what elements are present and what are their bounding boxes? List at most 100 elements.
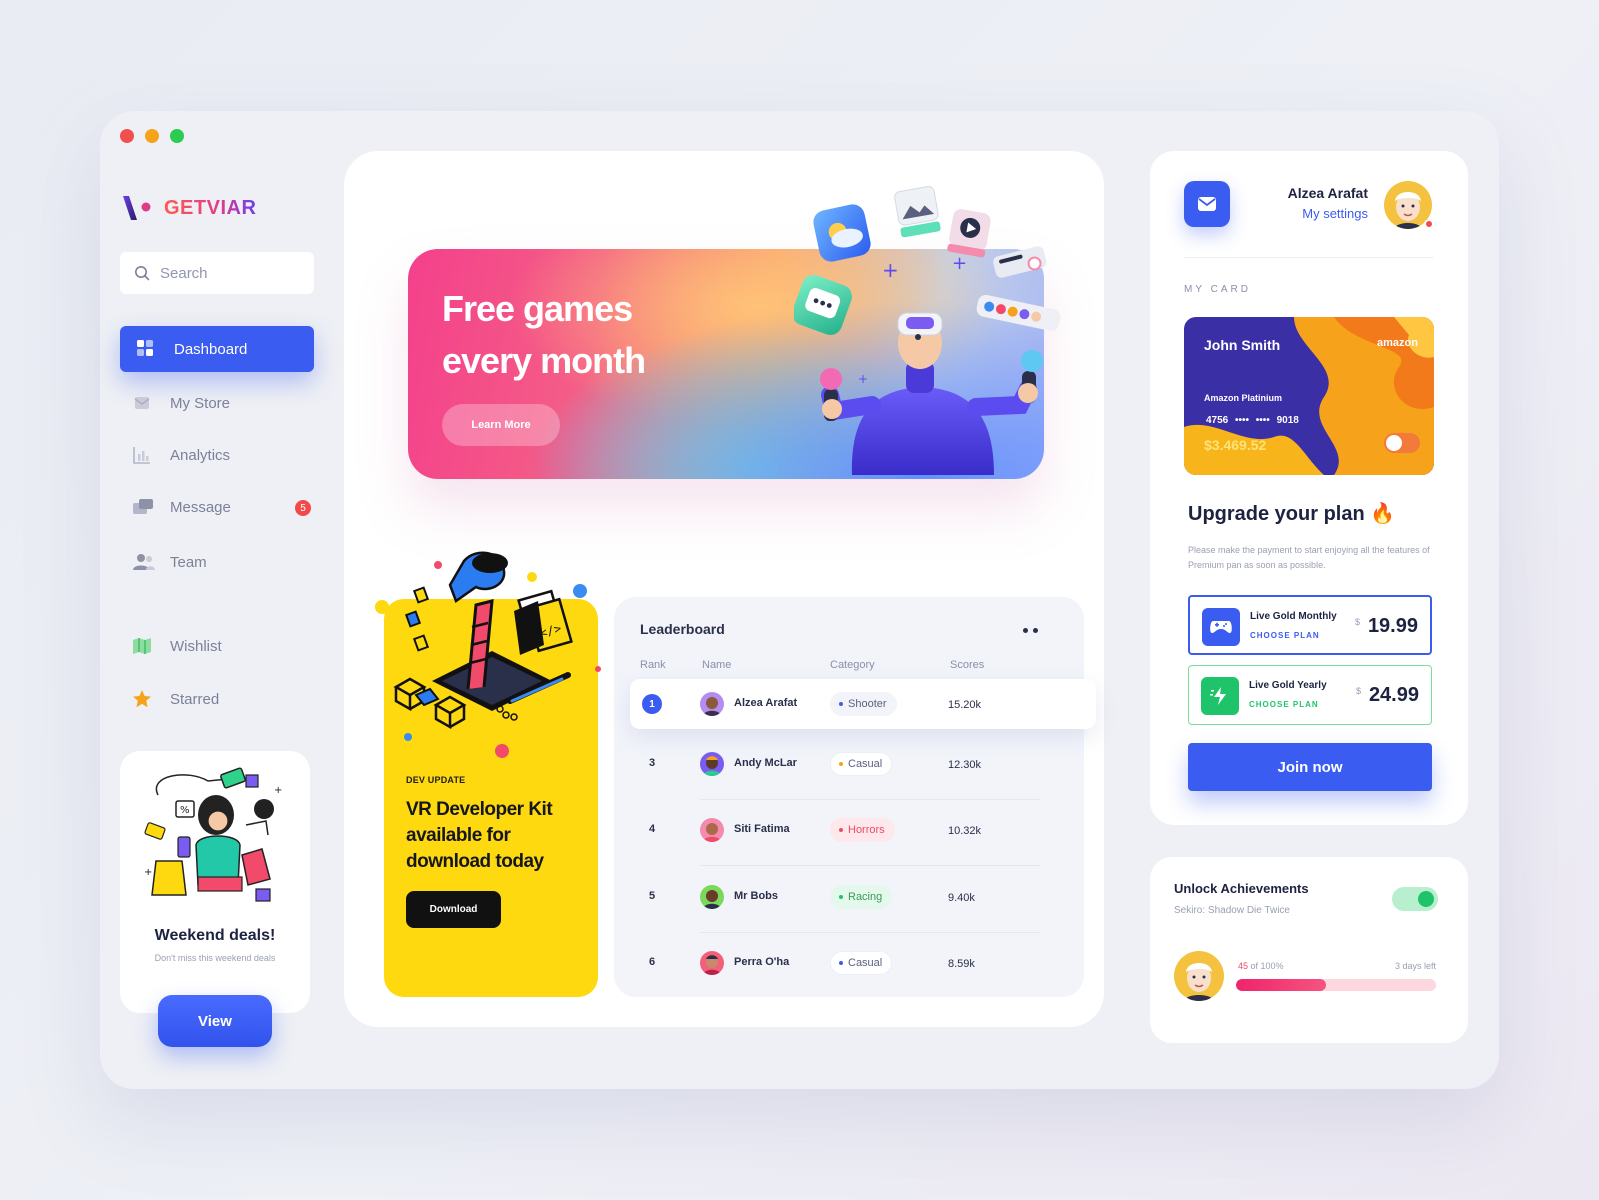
sidebar-item-label: Wishlist — [170, 637, 222, 655]
category-tag: Racing — [830, 885, 893, 909]
card-balance: $3.469.52 — [1204, 437, 1267, 453]
dashboard-icon — [136, 339, 156, 359]
search-icon — [135, 266, 150, 281]
svg-text:+: + — [144, 867, 152, 878]
fire-icon: 🔥 — [1370, 503, 1396, 525]
svg-text:+: + — [858, 372, 868, 386]
minimize-window-button[interactable] — [145, 129, 159, 143]
table-row[interactable]: 6 Perra O'ha Casual 8.59k — [630, 938, 1096, 988]
mail-button[interactable] — [1184, 181, 1230, 227]
card-number: 4756 •••• •••• 9018 — [1206, 415, 1299, 426]
table-row[interactable]: 1 Alzea Arafat Shooter 15.20k — [630, 679, 1096, 729]
sidebar-item-team[interactable]: Team — [132, 552, 207, 572]
player-score: 8.59k — [948, 958, 975, 970]
progress-suffix: of 100% — [1248, 961, 1284, 971]
main-panel: Free games every month Learn More + + + … — [344, 151, 1104, 1027]
vr-player-illustration: + + + + — [794, 186, 1061, 475]
column-header-category: Category — [830, 659, 875, 671]
store-icon — [132, 393, 152, 413]
analytics-icon — [132, 445, 152, 465]
plan-price: 19.99 — [1367, 615, 1418, 637]
avatar — [700, 692, 724, 716]
promo-title: Weekend deals! — [154, 927, 276, 944]
column-header-rank: Rank — [640, 659, 666, 671]
achievements-game: Sekiro: Shadow Die Twice — [1174, 905, 1290, 916]
leaderboard-panel: Leaderboard Rank Name Category Scores 1 … — [614, 597, 1096, 997]
maximize-window-button[interactable] — [170, 129, 184, 143]
category-label: Racing — [848, 891, 883, 903]
player-score: 10.32k — [948, 825, 982, 837]
credit-card[interactable]: John Smith amazon Amazon Platinium 4756 … — [1184, 317, 1434, 475]
rank-badge: 1 — [642, 694, 662, 714]
dev-update-tag: DEV UPDATE — [406, 775, 466, 785]
table-row[interactable]: 4 Siti Fatima Horrors 10.32k — [630, 805, 1096, 855]
row-divider — [700, 799, 1040, 800]
sidebar-item-label: Starred — [170, 690, 220, 708]
shopping-illustration: % + + — [144, 767, 282, 902]
window-controls — [120, 129, 184, 143]
sidebar-item-analytics[interactable]: Analytics — [132, 445, 230, 465]
choose-plan-label: CHOOSE PLAN — [1250, 631, 1320, 640]
sidebar-item-message[interactable]: Message — [132, 497, 231, 517]
sidebar-item-starred[interactable]: Starred — [132, 689, 219, 709]
upgrade-title: Upgrade your plan 🔥 — [1188, 501, 1395, 526]
sidebar-item-label: Message — [170, 498, 231, 516]
sidebar-item-label: Analytics — [170, 446, 231, 464]
brand-logo[interactable]: GETVIAR — [120, 193, 256, 223]
svg-text:+: + — [952, 253, 967, 274]
close-window-button[interactable] — [120, 129, 134, 143]
svg-text:+: + — [274, 785, 282, 796]
card-toggle[interactable] — [1384, 433, 1420, 453]
player-avatar — [1174, 951, 1224, 1001]
player-name: Siti Fatima — [734, 823, 790, 835]
plan-name: Live Gold Yearly — [1249, 680, 1327, 691]
player-score: 9.40k — [948, 892, 975, 904]
table-row[interactable]: 3 Andy McLar Casual 12.30k — [630, 739, 1096, 789]
user-name: Alzea Arafat — [1287, 185, 1368, 201]
search-input[interactable] — [160, 264, 300, 282]
category-label: Casual — [848, 758, 883, 770]
join-now-button[interactable]: Join now — [1188, 743, 1432, 791]
plan-option-monthly[interactable]: Live Gold Monthly CHOOSE PLAN $ 19.99 — [1188, 595, 1432, 655]
achievements-toggle[interactable] — [1392, 887, 1438, 911]
sidebar-item-dashboard[interactable]: Dashboard — [120, 326, 314, 372]
team-icon — [132, 552, 155, 572]
learn-more-button[interactable]: Learn More — [442, 404, 560, 446]
category-tag: Casual — [830, 752, 893, 776]
more-options-icon[interactable] — [1023, 628, 1038, 633]
table-row[interactable]: 5 Mr Bobs Racing 9.40k — [630, 872, 1096, 922]
online-status-dot — [1424, 219, 1434, 229]
avatar — [700, 752, 724, 776]
svg-text:+: + — [882, 258, 899, 282]
message-icon — [132, 497, 153, 517]
category-tag: Horrors — [830, 818, 895, 842]
gamepad-icon — [1202, 608, 1240, 646]
upgrade-title-text: Upgrade your plan — [1188, 503, 1365, 525]
achievements-panel: Unlock Achievements Sekiro: Shadow Die T… — [1150, 857, 1468, 1043]
promo-subtitle: Don't miss this weekend deals — [154, 953, 276, 963]
category-tag: Casual — [830, 951, 893, 975]
plan-price: 24.99 — [1368, 684, 1419, 706]
hero-title: Free games every month — [442, 288, 646, 381]
sidebar-item-wishlist[interactable]: Wishlist — [132, 636, 222, 656]
plan-currency: $ — [1354, 617, 1360, 627]
avatar — [700, 818, 724, 842]
column-header-name: Name — [702, 659, 732, 671]
player-name: Andy McLar — [734, 757, 797, 769]
search-box[interactable] — [120, 252, 314, 294]
sidebar-item-label: Dashboard — [174, 340, 248, 358]
category-label: Horrors — [848, 824, 885, 836]
rank-number: 5 — [648, 890, 656, 902]
developer-kit-illustration: </> — [375, 551, 601, 758]
sidebar-item-my-store[interactable]: My Store — [132, 393, 230, 413]
my-settings-link[interactable]: My settings — [1302, 206, 1368, 221]
progress-value: 45 — [1238, 961, 1249, 971]
rank-number: 3 — [648, 757, 656, 769]
card-brand: amazon — [1377, 337, 1418, 349]
card-type: Amazon Platinium — [1204, 393, 1283, 403]
divider — [1184, 257, 1434, 258]
category-label: Casual — [848, 957, 883, 969]
plan-option-yearly[interactable]: Live Gold Yearly CHOOSE PLAN $ 24.99 — [1188, 665, 1432, 725]
download-button[interactable]: Download — [406, 891, 501, 928]
view-deals-button[interactable]: View — [158, 995, 272, 1047]
